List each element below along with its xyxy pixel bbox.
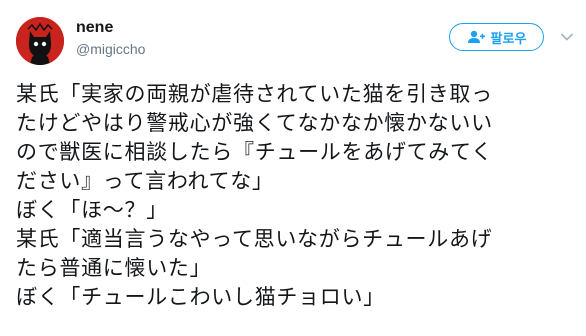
add-user-icon: [467, 30, 485, 43]
black-cat-avatar-icon: [16, 17, 64, 65]
display-name[interactable]: nene: [76, 18, 113, 38]
avatar[interactable]: [16, 17, 64, 65]
tweet-header: nene @migiccho 팔로우: [0, 0, 586, 70]
tweet-line: 某氏「適当言うなやって思いながらチュールあげ: [16, 227, 493, 251]
tweet-line: ので獣医に相談したら『チュールをあげてみてく: [16, 140, 493, 164]
more-menu-button[interactable]: [557, 29, 577, 45]
tweet-line: ださい』って言われてな」: [16, 169, 274, 193]
chevron-down-icon: [561, 33, 573, 41]
tweet-line: たけどやはり警戒心が強くてなかなか懐かないい: [16, 111, 493, 135]
tweet-line: たら普通に懐いた」: [16, 256, 212, 280]
tweet-text: 某氏「実家の両親が虐待されていた猫を引き取っ たけどやはり警戒心が強くてなかなか…: [16, 80, 582, 312]
tweet-line: ぼく「チュールこわいし猫チョロい」: [16, 285, 385, 309]
tweet-line: 某氏「実家の両親が虐待されていた猫を引き取っ: [16, 82, 493, 106]
screen-name[interactable]: @migiccho: [76, 40, 145, 58]
follow-button[interactable]: 팔로우: [449, 23, 544, 51]
follow-button-label: 팔로우: [490, 31, 527, 47]
tweet-line: ぼく「ほ〜？」: [16, 198, 168, 222]
